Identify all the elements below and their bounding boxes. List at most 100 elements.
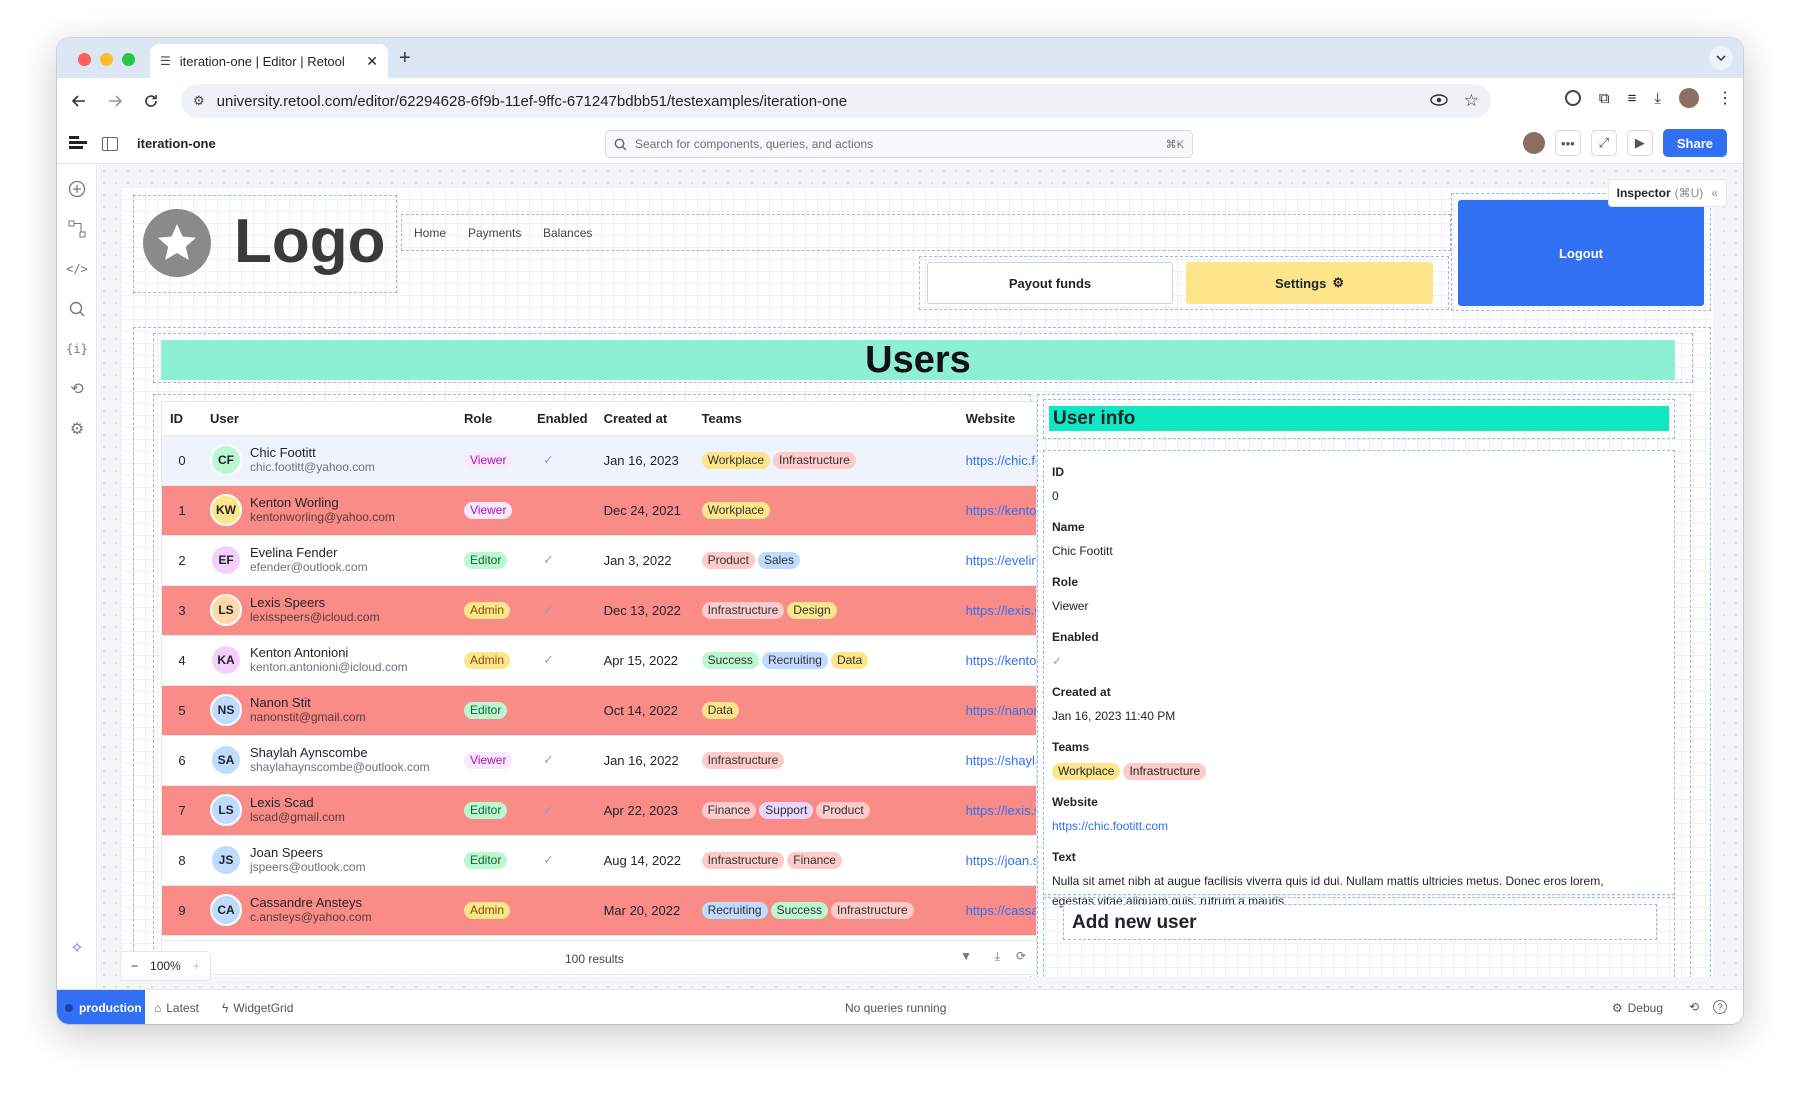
close-window-button[interactable] <box>78 53 91 66</box>
inspector-label: Inspector <box>1616 186 1671 200</box>
settings-gear-icon[interactable]: ⚙ <box>67 419 87 439</box>
cell-website[interactable]: https://nanon.stit.com <box>957 685 1036 736</box>
browser-menu-icon[interactable]: ⋮ <box>1717 88 1733 108</box>
debug-button[interactable]: ⚙ Debug <box>1612 1001 1663 1015</box>
forward-icon[interactable] <box>97 94 133 108</box>
filter-icon[interactable]: ▼ <box>960 949 972 963</box>
refresh-icon[interactable]: ⟳ <box>1016 949 1026 963</box>
zoom-out-icon[interactable]: − <box>131 959 138 973</box>
team-tag: Infrastructure <box>1123 763 1207 780</box>
close-tab-icon[interactable]: ✕ <box>366 53 378 70</box>
table-row[interactable]: 3 LS Lexis Speers lexisspeers@icloud.com… <box>162 585 1036 636</box>
reload-icon[interactable] <box>133 94 169 108</box>
table-row[interactable]: 2 EF Evelina Fender efender@outlook.com … <box>162 535 1036 586</box>
table-row[interactable]: 9 CA Cassandre Ansteys c.ansteys@yahoo.c… <box>162 885 1036 936</box>
table-row[interactable]: 1 KW Kenton Worling kentonworling@yahoo.… <box>162 485 1036 536</box>
bookmark-star-icon[interactable]: ☆ <box>1464 91 1479 111</box>
website-link[interactable]: https://chic.footitt.com <box>1052 816 1666 836</box>
cell-website[interactable]: https://lexis.speers.com <box>957 585 1036 636</box>
environment-badge[interactable]: production <box>57 990 145 1024</box>
collapse-icon[interactable]: « <box>1711 186 1718 200</box>
url-text[interactable]: university.retool.com/editor/62294628-6f… <box>217 93 1418 110</box>
profile-avatar[interactable] <box>1679 88 1699 108</box>
nav-home[interactable]: Home <box>414 226 446 240</box>
widget-grid[interactable]: ϟ WidgetGrid <box>222 1001 293 1015</box>
avatar: NS <box>210 694 242 726</box>
cell-website[interactable]: https://cassandreansteys.com <box>957 885 1036 936</box>
col-user[interactable]: User <box>202 402 456 436</box>
table-row[interactable]: 6 SA Shaylah Aynscombe shaylahaynscombe@… <box>162 735 1036 786</box>
tab-search-icon[interactable] <box>1709 46 1733 70</box>
eye-icon[interactable] <box>1430 93 1448 110</box>
editor-canvas: Inspector (⌘U) « Logo Home Payments Bala… <box>98 165 1743 989</box>
cell-website[interactable]: https://evelinafender.com <box>957 535 1036 586</box>
cell-enabled: ✓ <box>529 835 596 886</box>
user-email: lexisspeers@icloud.com <box>250 610 380 624</box>
history-status-icon[interactable]: ⟲ <box>1689 1000 1699 1014</box>
extension-icon[interactable] <box>1564 90 1581 106</box>
zoom-in-icon[interactable]: + <box>193 959 200 973</box>
col-website[interactable]: Website <box>957 402 1036 436</box>
share-button[interactable]: Share <box>1662 129 1727 157</box>
cell-website[interactable]: https://kentonantonioni.com <box>957 635 1036 686</box>
nav-payments[interactable]: Payments <box>468 226 521 240</box>
puzzle-icon[interactable]: ⧉ <box>1599 90 1610 107</box>
component-tree-icon[interactable] <box>67 219 87 239</box>
cell-role: Editor <box>456 835 529 886</box>
table-row[interactable]: 8 JS Joan Speers jspeers@outlook.com Edi… <box>162 835 1036 886</box>
cell-created: Jan 3, 2022 <box>595 535 694 586</box>
toggle-panel-icon[interactable] <box>102 137 118 151</box>
sidebar-search-icon[interactable] <box>67 299 87 319</box>
app-name[interactable]: iteration-one <box>137 136 216 151</box>
maximize-window-button[interactable] <box>122 53 135 66</box>
table-download-icon[interactable]: ⤓ <box>995 949 1000 964</box>
cell-website[interactable]: https://joan.speers.com <box>957 835 1036 886</box>
col-id[interactable]: ID <box>162 402 202 436</box>
download-icon[interactable]: ⤓ <box>1654 90 1661 107</box>
minimize-window-button[interactable] <box>100 53 113 66</box>
cell-created: Aug 14, 2022 <box>595 835 694 886</box>
url-bar[interactable]: ⚙ university.retool.com/editor/62294628-… <box>181 84 1491 118</box>
settings-button[interactable]: Settings ⚙ <box>1186 262 1433 304</box>
code-icon[interactable]: </> <box>66 259 88 279</box>
cell-teams: Finance Support Product <box>693 785 958 836</box>
bug-icon: ⚙ <box>1611 1001 1623 1015</box>
retool-logo-icon[interactable] <box>69 136 87 152</box>
back-icon[interactable] <box>61 94 97 108</box>
site-info-icon[interactable]: ⚙ <box>193 93 205 109</box>
assist-sparkle-icon[interactable]: ✧ <box>67 938 87 958</box>
cell-website[interactable]: https://lexis.scad.com <box>957 785 1036 836</box>
user-avatar[interactable] <box>1522 132 1545 154</box>
cell-website[interactable]: https://kentonworling.com <box>957 485 1036 536</box>
component-search[interactable]: Search for components, queries, and acti… <box>605 130 1193 158</box>
table-row[interactable]: 0 CF Chic Footitt chic.footitt@yahoo.com… <box>162 435 1036 486</box>
new-tab-icon[interactable]: + <box>399 47 411 70</box>
preview-play-icon[interactable]: ▶ <box>1626 130 1653 156</box>
role-label: Role <box>1052 575 1079 589</box>
release-tag[interactable]: ⌂ Latest <box>154 1001 199 1015</box>
col-role[interactable]: Role <box>456 402 529 436</box>
help-icon[interactable]: ? <box>1713 1000 1727 1014</box>
col-teams[interactable]: Teams <box>693 402 958 436</box>
col-enabled[interactable]: Enabled <box>529 402 596 436</box>
table-row[interactable]: 5 NS Nanon Stit nanonstit@gmail.com Edit… <box>162 685 1036 736</box>
more-options-icon[interactable]: ••• <box>1554 130 1581 156</box>
payout-funds-button[interactable]: Payout funds <box>927 262 1173 304</box>
nav-balances[interactable]: Balances <box>543 226 592 240</box>
inspector-toggle[interactable]: Inspector (⌘U) « <box>1607 179 1727 207</box>
cell-role: Editor <box>456 685 529 736</box>
col-created[interactable]: Created at <box>595 402 694 436</box>
user-details-form: ID 0 Name Chic Footitt Role Viewer Enabl… <box>1043 450 1675 908</box>
logout-button[interactable]: Logout <box>1458 200 1704 306</box>
table-row[interactable]: 4 KA Kenton Antonioni kenton.antonioni@i… <box>162 635 1036 686</box>
cell-website[interactable]: https://shaylahaynscombe.com <box>957 735 1036 786</box>
history-icon[interactable]: ⟲ <box>67 379 87 399</box>
cell-website[interactable]: https://chic.footitt.com <box>957 435 1036 486</box>
browser-tab[interactable]: ☰ iteration-one | Editor | Retool ✕ <box>150 44 388 78</box>
expand-icon[interactable]: ⤢ <box>1590 130 1617 156</box>
add-component-icon[interactable] <box>67 179 87 199</box>
state-icon[interactable]: {i} <box>66 339 88 359</box>
media-icon[interactable]: ≡ <box>1628 90 1637 107</box>
logo-container[interactable]: Logo <box>133 195 397 293</box>
table-row[interactable]: 7 LS Lexis Scad lscad@gmail.com Editor ✓… <box>162 785 1036 836</box>
